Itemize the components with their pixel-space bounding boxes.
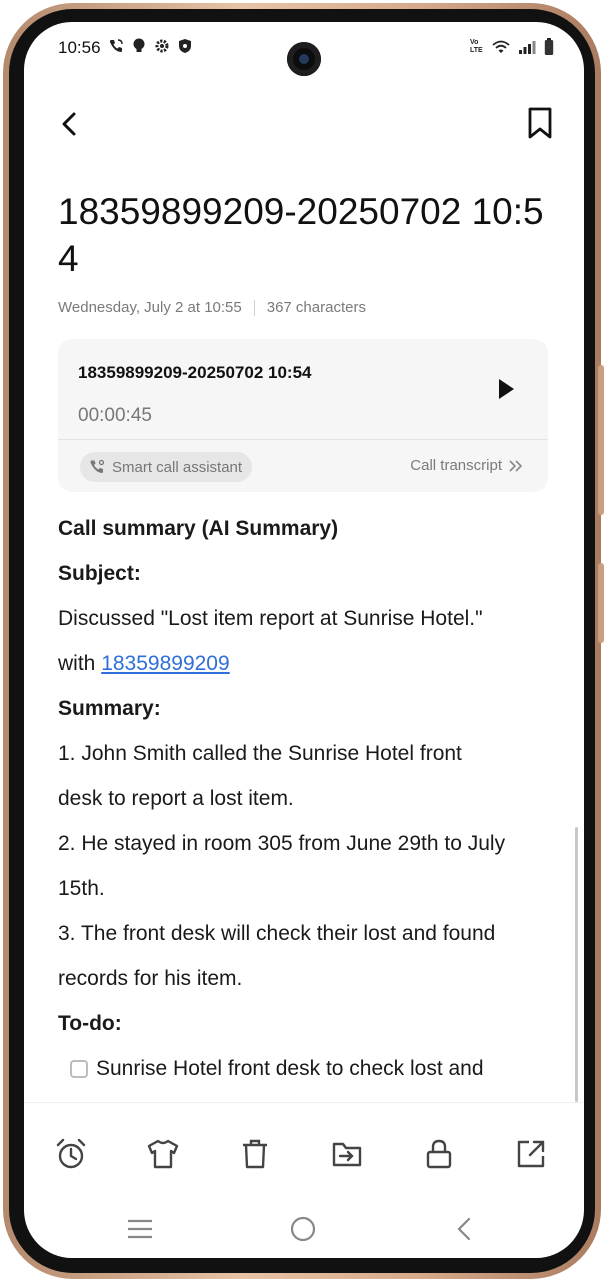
smart-call-assistant-label: Smart call assistant [112,458,243,476]
move-to-folder-icon[interactable] [330,1137,364,1171]
gear-icon [154,38,170,54]
note-char-count: 367 characters [266,299,366,316]
summary-heading: Call summary (AI Summary) [58,517,339,540]
meta-divider [253,299,255,316]
shirt-icon[interactable] [146,1137,180,1171]
subject-with: with [58,652,102,675]
note-date: Wednesday, July 2 at 10:55 [58,299,242,316]
trash-icon[interactable] [238,1137,272,1171]
call-icon [108,38,124,54]
todo-item: Sunrise Hotel front desk to check lost a… [58,1046,558,1091]
screen: 10:56 Vo LTE 18359899209-20250702 10:54 … [24,22,584,1258]
todo-checkbox[interactable] [70,1059,88,1078]
todo-item-text: Sunrise Hotel front desk to check lost a… [96,1057,484,1080]
phone-number-link[interactable]: 18359899209 [101,652,229,675]
status-time: 10:56 [58,38,101,57]
alarm-icon[interactable] [54,1137,88,1171]
battery-icon [544,38,554,56]
summary-line: 15th. [58,877,105,900]
status-icons-left [108,38,192,54]
navigation-bar [24,1210,584,1258]
wifi-icon [492,40,510,55]
power-button [598,563,604,643]
summary-line: records for his item. [58,967,243,990]
share-icon[interactable] [514,1137,548,1171]
volume-button [598,365,604,515]
play-icon[interactable] [496,377,516,401]
bottom-toolbar [24,1102,584,1193]
recording-duration: 00:00:45 [78,405,152,426]
scrollbar[interactable] [575,827,578,1102]
recording-title: 18359899209-20250702 10:54 [78,363,312,382]
note-meta: Wednesday, July 2 at 10:55 367 character… [58,299,366,316]
subject-heading: Subject: [58,562,141,585]
note-title[interactable]: 18359899209-20250702 10:54 [58,188,558,282]
smart-call-assistant-button[interactable]: Smart call assistant [80,452,253,482]
signal-icon [518,40,536,55]
todo-heading: To-do: [58,1012,122,1035]
call-transcript-link[interactable]: Call transcript [410,457,524,474]
back-arrow-icon[interactable] [54,108,86,140]
subject-with-line: with 18359899209 [58,641,558,686]
lock-icon[interactable] [422,1137,456,1171]
recording-card[interactable]: 18359899209-20250702 10:54 00:00:45 Smar… [58,339,548,492]
subject-text: Discussed "Lost item report at Sunrise H… [58,607,483,630]
summary-line: 3. The front desk will check their lost … [58,922,496,945]
summary-line: desk to report a lost item. [58,787,294,810]
back-icon[interactable] [450,1214,480,1244]
menu-icon[interactable] [125,1214,155,1244]
shield-icon [178,38,192,54]
front-camera [287,42,321,76]
summary-label: Summary: [58,697,161,720]
bookmark-icon[interactable] [524,106,556,140]
card-divider [58,439,548,440]
volte-icon: Vo LTE [470,39,483,54]
summary-line: 2. He stayed in room 305 from June 29th … [58,832,506,855]
call-transcript-label: Call transcript [410,457,502,474]
bulb-icon [132,38,146,54]
double-chevron-right-icon [508,459,524,473]
call-assistant-icon [88,458,106,476]
status-bar: 10:56 Vo LTE [24,22,584,76]
summary-line: 1. John Smith called the Sunrise Hotel f… [58,742,462,765]
status-icons-right: Vo LTE [470,38,554,56]
home-icon[interactable] [288,1214,318,1244]
note-body[interactable]: Call summary (AI Summary) Subject: Discu… [58,506,558,1091]
